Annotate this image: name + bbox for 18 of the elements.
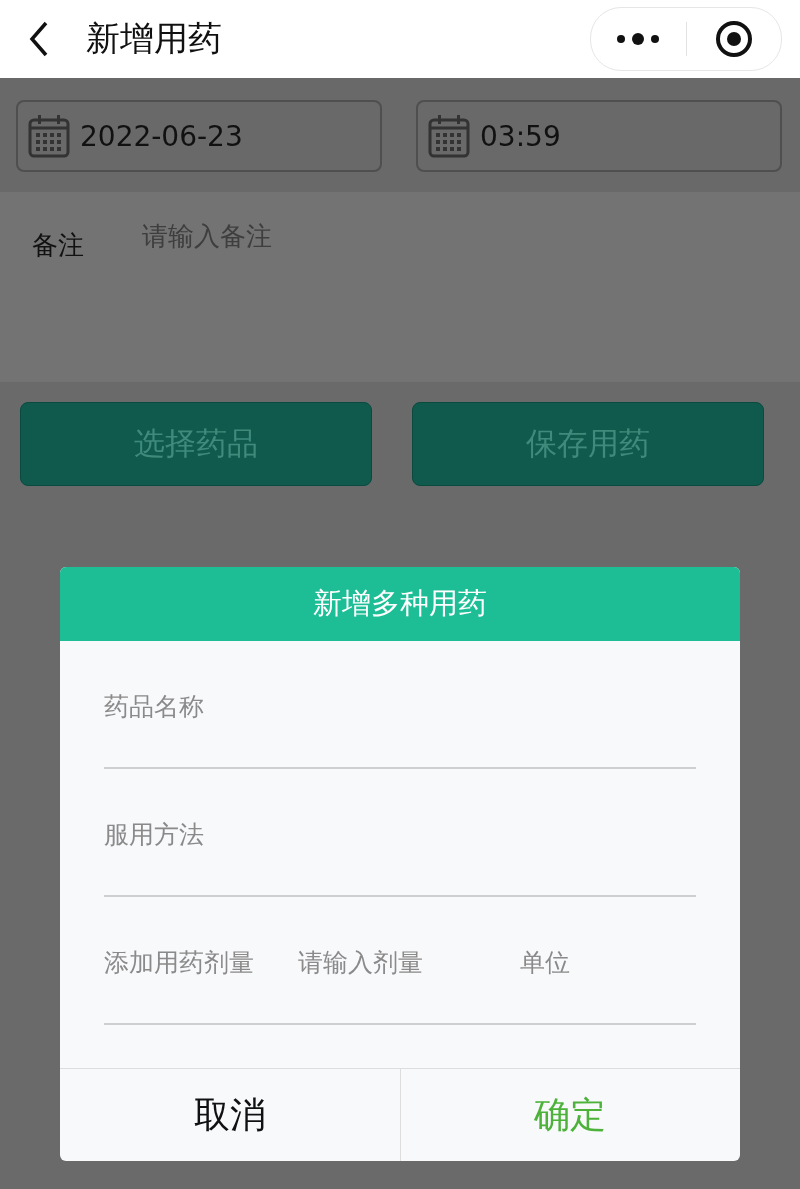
confirm-button[interactable]: 确定 (399, 1069, 740, 1161)
date-value: 2022-06-23 (80, 119, 243, 153)
calendar-icon (428, 114, 470, 158)
close-icon (714, 20, 753, 58)
page-title: 新增用药 (86, 17, 223, 60)
calendar-icon (28, 114, 70, 158)
unit-input[interactable]: 单位 (520, 944, 630, 980)
time-value: 03:59 (480, 119, 561, 153)
time-field[interactable]: 03:59 (416, 100, 782, 172)
text-input[interactable]: 服用方法 (104, 816, 694, 852)
dialog-title: 新增多种用药 (313, 585, 487, 622)
note-label: 备注 (32, 229, 85, 262)
cancel-button[interactable]: 取消 (60, 1069, 400, 1161)
date-field[interactable]: 2022-06-23 (16, 100, 382, 172)
text-input[interactable]: 药品名称 (104, 688, 694, 724)
dose-input[interactable]: 请输入剂量 (298, 944, 476, 980)
dose-label: 添加用药剂量 (104, 946, 254, 979)
more-icon (616, 33, 661, 45)
